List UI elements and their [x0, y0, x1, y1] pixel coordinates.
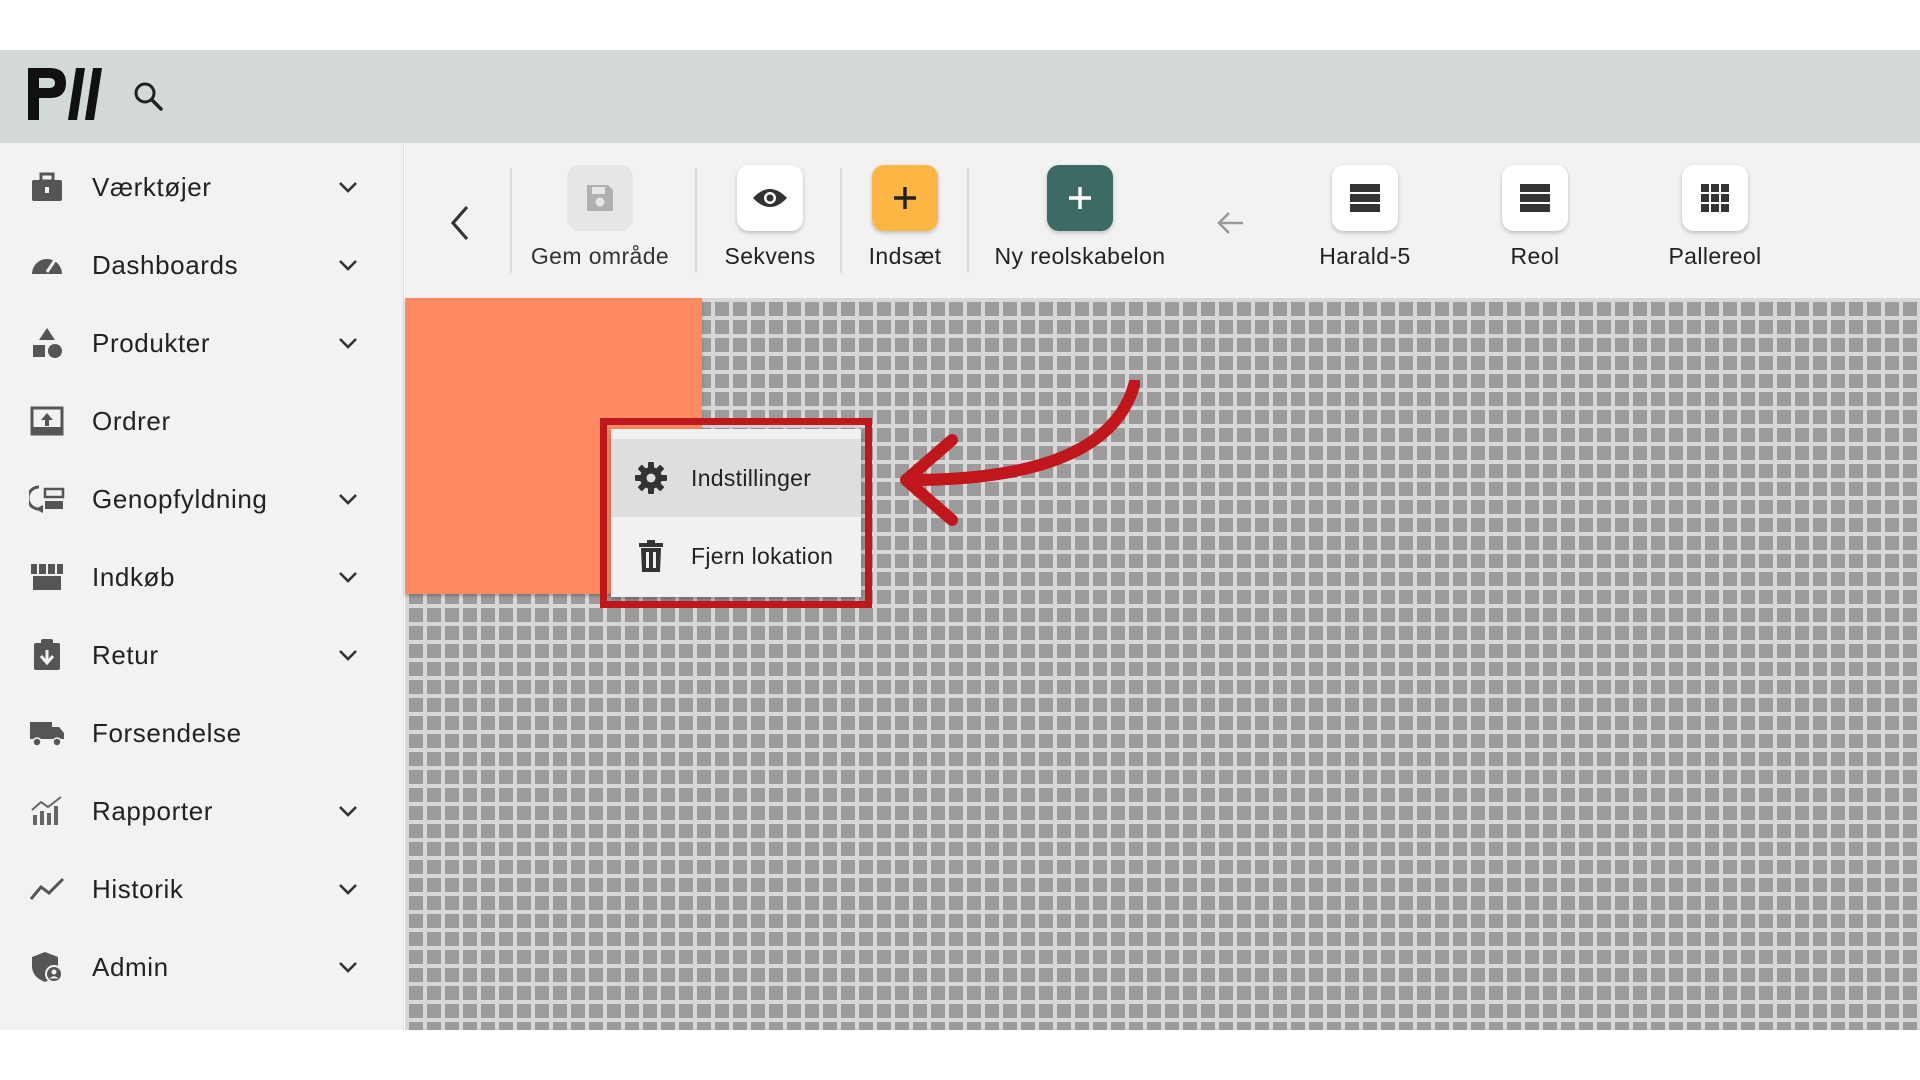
toolbox-icon	[28, 168, 66, 206]
toolbar-divider	[695, 168, 697, 273]
new-shelf-template-button[interactable]: Ny reolskabelon	[980, 165, 1180, 285]
top-bar	[0, 50, 1920, 143]
save-area-button[interactable]: Gem område	[525, 165, 675, 285]
chevron-down-icon	[339, 182, 357, 193]
speedometer-icon	[28, 246, 66, 284]
menu-item-remove-location[interactable]: Fjern lokation	[611, 517, 861, 595]
sidebar-item-label: Retur	[92, 639, 159, 670]
sidebar-item-admin[interactable]: Admin	[0, 928, 404, 1006]
template-pallereol-button[interactable]: Pallereol	[1645, 165, 1785, 285]
plus-icon	[1047, 165, 1113, 231]
chevron-down-icon	[339, 884, 357, 895]
sidebar-item-label: Rapporter	[92, 795, 214, 826]
replenish-icon	[28, 480, 66, 518]
editor-toolbar: Gem område Sekvens Indsæt Ny reolskabelo…	[405, 143, 1920, 298]
sidebar-item-indkob[interactable]: Indkøb	[0, 538, 404, 616]
inbox-upload-icon	[28, 402, 66, 440]
tool-label: Pallereol	[1668, 243, 1762, 269]
sidebar-item-label: Admin	[92, 951, 169, 982]
sidebar-item-dashboards[interactable]: Dashboards	[0, 226, 404, 304]
sidebar-item-label: Produkter	[92, 327, 211, 358]
grid-dots-icon	[1682, 165, 1748, 231]
sidebar-item-genopfyldning[interactable]: Genopfyldning	[0, 460, 404, 538]
sidebar-item-label: Værktøjer	[92, 171, 212, 202]
toolbar-divider	[510, 168, 512, 273]
trash-icon	[633, 538, 669, 574]
chevron-down-icon	[339, 572, 357, 583]
list-lines-icon	[1332, 165, 1398, 231]
sidebar-item-label: Forsendelse	[92, 717, 242, 748]
chevron-down-icon	[339, 494, 357, 505]
shapes-icon	[28, 324, 66, 362]
shield-user-icon	[28, 948, 66, 986]
context-menu: Indstillinger Fjern lokation	[611, 429, 861, 597]
chart-bars-icon	[28, 792, 66, 830]
sidebar: Værktøjer Dashboards Produkter Ordrer Ge…	[0, 143, 404, 1030]
save-icon	[567, 165, 633, 231]
sidebar-item-produkter[interactable]: Produkter	[0, 304, 404, 382]
search-button[interactable]	[130, 78, 166, 114]
arrow-left-icon[interactable]	[1213, 205, 1249, 241]
sidebar-item-rapporter[interactable]: Rapporter	[0, 772, 404, 850]
toolbar-divider	[840, 168, 842, 273]
sidebar-item-retur[interactable]: Retur	[0, 616, 404, 694]
template-reol-button[interactable]: Reol	[1480, 165, 1590, 285]
menu-item-label: Fjern lokation	[691, 542, 834, 569]
store-icon	[28, 558, 66, 596]
return-clipboard-icon	[28, 636, 66, 674]
gear-icon	[633, 460, 669, 496]
sidebar-item-ordrer[interactable]: Ordrer	[0, 382, 404, 460]
app-window: Værktøjer Dashboards Produkter Ordrer Ge…	[0, 50, 1920, 1030]
search-icon	[134, 82, 163, 111]
chevron-down-icon	[339, 650, 357, 661]
tool-label: Harald-5	[1319, 243, 1411, 269]
truck-icon	[28, 714, 66, 752]
plus-icon	[872, 165, 938, 231]
tool-label: Ny reolskabelon	[994, 243, 1166, 269]
trend-line-icon	[28, 870, 66, 908]
sidebar-item-label: Ordrer	[92, 405, 171, 436]
sequence-button[interactable]: Sekvens	[715, 165, 825, 285]
sidebar-item-historik[interactable]: Historik	[0, 850, 404, 928]
sidebar-item-label: Historik	[92, 873, 184, 904]
sidebar-item-label: Genopfyldning	[92, 483, 268, 514]
chevron-down-icon	[339, 260, 357, 271]
sidebar-item-label: Indkøb	[92, 561, 176, 592]
pw-logo[interactable]	[24, 64, 106, 124]
tool-label: Reol	[1510, 243, 1560, 269]
tool-label: Gem område	[530, 243, 670, 269]
insert-button[interactable]: Indsæt	[855, 165, 955, 285]
tool-label: Sekvens	[724, 243, 816, 269]
chevron-down-icon	[339, 806, 357, 817]
menu-item-label: Indstillinger	[691, 464, 812, 491]
list-lines-icon	[1502, 165, 1568, 231]
toolbar-divider	[967, 168, 969, 273]
sidebar-item-forsendelse[interactable]: Forsendelse	[0, 694, 404, 772]
chevron-down-icon	[339, 962, 357, 973]
sidebar-item-vaerktojer[interactable]: Værktøjer	[0, 148, 404, 226]
chevron-down-icon	[339, 338, 357, 349]
eye-icon	[737, 165, 803, 231]
tool-label: Indsæt	[868, 243, 942, 269]
menu-item-settings[interactable]: Indstillinger	[611, 439, 861, 517]
chevron-left-icon[interactable]	[445, 203, 475, 243]
screenshot-stage: Værktøjer Dashboards Produkter Ordrer Ge…	[0, 0, 1920, 1080]
sidebar-item-label: Dashboards	[92, 249, 239, 280]
template-harald-5-button[interactable]: Harald-5	[1300, 165, 1430, 285]
